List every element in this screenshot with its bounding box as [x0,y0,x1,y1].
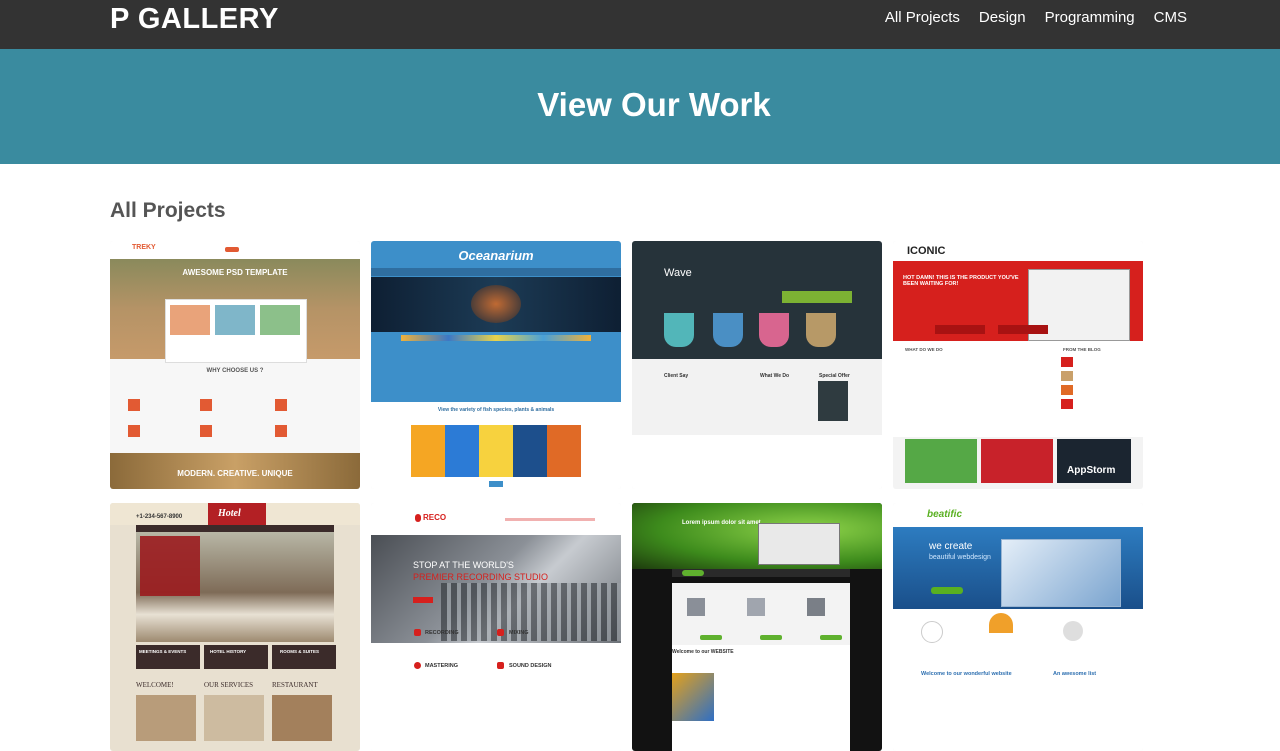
project-card-hotel[interactable]: Hotel +1-234-567-8900 MEETINGS & EVENTS … [110,503,360,751]
project-thumbnail: Lorem ipsum dolor sit amet Welcome to ou… [632,503,882,751]
top-navbar: P GALLERY All Projects Design Programmin… [0,0,1280,49]
hero-title: View Our Work [537,86,771,123]
brand-logo[interactable]: P GALLERY [110,2,279,36]
section-title: All Projects [110,199,226,222]
project-thumbnail: ICONIC HOT DAMN! THIS IS THE PRODUCT YOU… [893,241,1143,489]
nav-design[interactable]: Design [979,8,1026,28]
project-card-iconic[interactable]: ICONIC HOT DAMN! THIS IS THE PRODUCT YOU… [893,241,1143,489]
project-thumbnail: beatific we create beautiful webdesign W… [893,503,1143,751]
project-card-green[interactable]: Lorem ipsum dolor sit amet Welcome to ou… [632,503,882,751]
project-card-reco[interactable]: RECO STOP AT THE WORLD'S PREMIER RECORDI… [371,503,621,751]
project-thumbnail: RECO STOP AT THE WORLD'S PREMIER RECORDI… [371,503,621,751]
hero-banner: View Our Work [0,49,1280,164]
project-thumbnail: Oceanarium View the variety of fish spec… [371,241,621,489]
nav-programming[interactable]: Programming [1045,8,1135,28]
project-thumbnail: TREKY AWESOME PSD TEMPLATE WHY CHOOSE US… [110,241,360,489]
project-card-oceanarium[interactable]: Oceanarium View the variety of fish spec… [371,241,621,489]
nav-all-projects[interactable]: All Projects [885,8,960,28]
project-card-beatific[interactable]: beatific we create beautiful webdesign W… [893,503,1143,751]
project-card-treky[interactable]: TREKY AWESOME PSD TEMPLATE WHY CHOOSE US… [110,241,360,489]
project-card-wave[interactable]: Wave Client Say What We Do Special Offer [632,241,882,489]
nav-cms[interactable]: CMS [1154,8,1187,28]
main-nav: All Projects Design Programming CMS [885,8,1187,28]
project-thumbnail: Wave Client Say What We Do Special Offer [632,241,882,489]
project-thumbnail: Hotel +1-234-567-8900 MEETINGS & EVENTS … [110,503,360,751]
